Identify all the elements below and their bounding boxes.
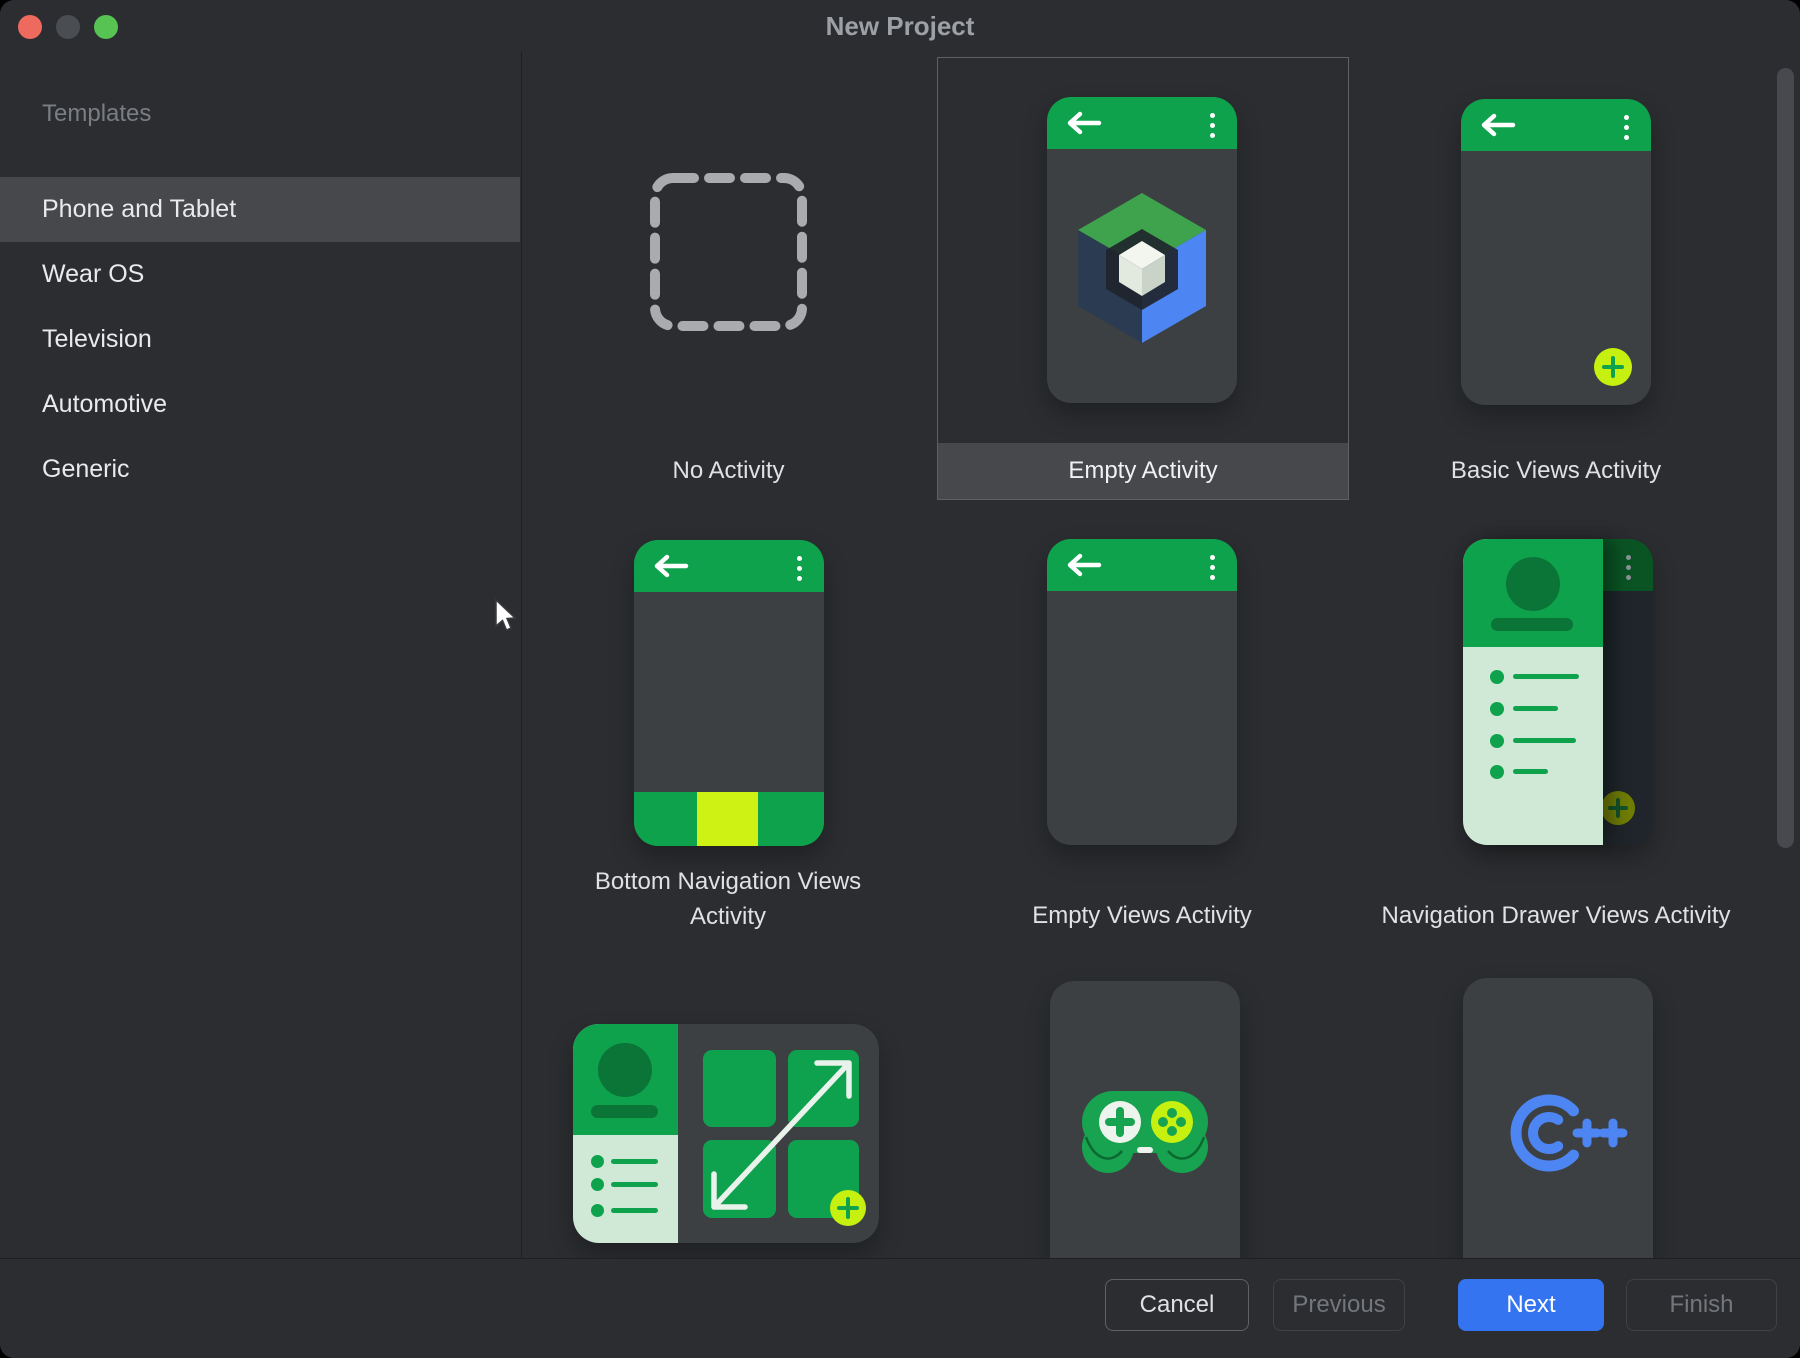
drawer-pane [573, 1024, 678, 1243]
responsive-layout-icon [573, 1024, 879, 1243]
app-toolbar [1047, 97, 1237, 149]
back-arrow-icon [1479, 113, 1517, 137]
sidebar-item-wear-os[interactable]: Wear OS [0, 242, 520, 307]
kebab-menu-icon [1210, 555, 1215, 585]
controller-glyph [1080, 1089, 1210, 1181]
finish-button: Finish [1626, 1279, 1777, 1331]
card-label: Empty Activity [937, 456, 1349, 486]
game-controller-icon [1050, 981, 1240, 1258]
next-button[interactable]: Next [1458, 1279, 1604, 1331]
window-title: New Project [0, 0, 1800, 52]
kebab-menu-icon [1626, 555, 1631, 585]
dimmed-fab-plus-icon [1601, 791, 1635, 825]
avatar [1506, 557, 1560, 611]
kebab-menu-icon [1624, 115, 1629, 145]
new-project-dialog: New Project Templates Phone and Tablet W… [0, 0, 1800, 1358]
fab-plus-icon [1594, 348, 1632, 386]
template-grid: No Activity [521, 52, 1800, 1258]
phone-with-fab-icon [1461, 99, 1651, 405]
back-arrow-icon [1065, 111, 1103, 135]
card-label: No Activity [522, 456, 935, 486]
card-label: Empty Views Activity [935, 901, 1349, 931]
scrollbar-thumb[interactable] [1777, 68, 1794, 848]
compose-cube-icon [1076, 191, 1208, 347]
previous-button: Previous [1273, 1279, 1405, 1331]
sidebar-item-automotive[interactable]: Automotive [0, 372, 520, 437]
templates-header: Templates [42, 100, 151, 128]
name-placeholder [1491, 618, 1573, 631]
phone-toolbar-icon [1047, 539, 1237, 845]
jetpack-compose-logo-icon [1047, 97, 1237, 403]
back-arrow-icon [652, 554, 690, 578]
dialog-footer: Cancel Previous Next Finish [0, 1258, 1800, 1358]
card-label: Basic Views Activity [1349, 456, 1763, 486]
kebab-menu-icon [797, 556, 802, 586]
sidebar-item-television[interactable]: Television [0, 307, 520, 372]
phone-nav-drawer-icon [1463, 539, 1653, 845]
card-label: Bottom Navigation Views Activity [578, 864, 878, 934]
kebab-menu-icon [1210, 113, 1215, 143]
phone-bottom-nav-icon [634, 540, 824, 846]
titlebar: New Project [0, 0, 1800, 52]
fab-plus-icon [830, 1190, 866, 1226]
cpp-glyph [1499, 1083, 1629, 1183]
app-toolbar [1047, 539, 1237, 591]
back-arrow-icon [1065, 553, 1103, 577]
nav-drawer-panel [1463, 539, 1603, 845]
bottom-nav-bar [634, 792, 824, 846]
cancel-button[interactable]: Cancel [1105, 1279, 1249, 1331]
template-category-sidebar: Templates Phone and Tablet Wear OS Telev… [0, 52, 520, 1258]
template-category-list: Phone and Tablet Wear OS Television Auto… [0, 177, 520, 502]
drawer-header [1463, 539, 1603, 647]
cpp-logo-icon [1463, 978, 1653, 1258]
dashed-placeholder-icon [649, 172, 808, 332]
app-toolbar [1461, 99, 1651, 151]
app-toolbar [634, 540, 824, 592]
sidebar-item-phone-and-tablet[interactable]: Phone and Tablet [0, 177, 520, 242]
card-label: Navigation Drawer Views Activity [1349, 901, 1763, 931]
sidebar-item-generic[interactable]: Generic [0, 437, 520, 502]
